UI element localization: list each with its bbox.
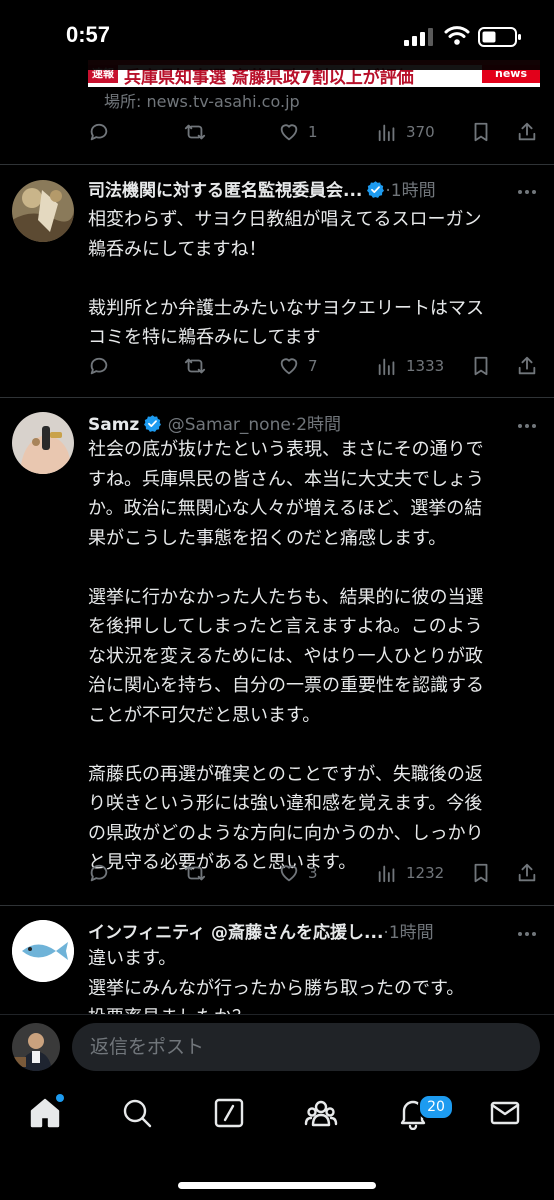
retweet-icon: [184, 865, 206, 881]
cellular-signal-icon: [404, 28, 433, 46]
heart-icon: [280, 358, 298, 375]
share-icon: [518, 863, 536, 882]
retweet-icon: [184, 358, 206, 374]
reply-icon: [90, 357, 108, 375]
bookmark-icon: [474, 122, 488, 142]
views-count: 1232: [406, 864, 445, 882]
reply-bar: [0, 1014, 554, 1079]
divider: [0, 905, 554, 906]
like-button[interactable]: 1: [278, 117, 318, 147]
like-count: 3: [308, 864, 318, 882]
tab-messages[interactable]: [488, 1096, 528, 1136]
views-button[interactable]: 1333: [376, 351, 444, 381]
tab-communities[interactable]: [304, 1096, 344, 1136]
mail-icon: [490, 1101, 520, 1125]
grok-icon: [214, 1098, 244, 1128]
bookmark-icon: [474, 356, 488, 376]
avatar[interactable]: [12, 180, 74, 242]
display-name[interactable]: Samz: [88, 415, 139, 435]
reply-icon: [90, 864, 108, 882]
retweet-button[interactable]: [184, 858, 206, 888]
reply-button[interactable]: [88, 351, 110, 381]
bookmark-button[interactable]: [470, 117, 492, 147]
share-icon: [518, 356, 536, 375]
like-count: 1: [308, 123, 318, 141]
avatar[interactable]: [12, 412, 74, 474]
fish-icon: [12, 920, 74, 982]
notification-badge: 20: [418, 1094, 454, 1120]
retweet-button[interactable]: [184, 351, 206, 381]
more-options-icon[interactable]: [516, 924, 538, 944]
status-bar: 0:57: [0, 0, 554, 70]
tweet-time: ·1時間: [383, 923, 434, 943]
views-button[interactable]: 1232: [376, 858, 444, 888]
tab-home[interactable]: [28, 1096, 68, 1136]
tweet-header: 司法機関に対する匿名監視委員会... ·1時間: [88, 176, 548, 204]
communities-icon: [304, 1100, 338, 1127]
share-button[interactable]: [516, 858, 538, 888]
divider: [0, 397, 554, 398]
reply-icon: [90, 123, 108, 141]
share-button[interactable]: [516, 351, 538, 381]
tweet-actions: 7 1333: [88, 351, 540, 381]
views-count: 1333: [406, 357, 445, 375]
home-notification-dot: [56, 1094, 64, 1102]
tweet-text: 相変わらず、サヨク日教組が唱えてるスローガン 鵜呑みにしてますね！ 裁判所とか弁…: [88, 209, 484, 348]
share-button[interactable]: [516, 117, 538, 147]
views-count: 370: [406, 123, 435, 141]
wifi-icon: [444, 26, 470, 45]
battery-icon: [478, 27, 521, 47]
like-button[interactable]: 7: [278, 351, 318, 381]
views-icon: [378, 358, 395, 376]
tab-grok[interactable]: [212, 1096, 252, 1136]
reply-input[interactable]: [72, 1023, 540, 1071]
views-button[interactable]: 370: [376, 117, 435, 147]
tab-search[interactable]: [120, 1096, 160, 1136]
tweet-header: インフィニティ @斎藤さんを応援し...·1時間: [88, 918, 548, 946]
bottom-tab-bar: 20: [0, 1080, 554, 1200]
current-user-avatar[interactable]: [12, 1023, 60, 1071]
tweet-time: ·2時間: [290, 415, 342, 435]
retweet-button[interactable]: [184, 117, 206, 147]
like-count: 7: [308, 357, 318, 375]
like-button[interactable]: 3: [278, 858, 318, 888]
avatar[interactable]: [12, 920, 74, 982]
status-time: 0:57: [66, 22, 111, 47]
bookmark-button[interactable]: [470, 858, 492, 888]
more-options-icon[interactable]: [516, 416, 538, 436]
heart-icon: [280, 124, 298, 141]
reply-button[interactable]: [88, 858, 110, 888]
heart-icon: [280, 865, 298, 882]
display-name[interactable]: 司法機関に対する匿名監視委員会...: [88, 181, 362, 201]
link-source[interactable]: 場所: news.tv-asahi.co.jp: [104, 88, 300, 112]
bookmark-icon: [474, 863, 488, 883]
search-icon: [123, 1099, 152, 1128]
views-icon: [378, 865, 395, 883]
divider: [0, 164, 554, 165]
avatar-image: [12, 412, 74, 474]
retweet-icon: [184, 124, 206, 140]
more-options-icon[interactable]: [516, 182, 538, 202]
tweet-time: ·1時間: [385, 181, 436, 201]
views-icon: [378, 124, 395, 142]
avatar-image: [12, 1023, 60, 1071]
verified-badge-icon: [367, 181, 385, 198]
bookmark-button[interactable]: [470, 351, 492, 381]
tweet-actions: 3 1232: [88, 858, 540, 888]
tweet-actions: 1 370: [88, 117, 540, 147]
verified-badge-icon: [144, 415, 162, 432]
tweet-header: Samz @Samar_none·2時間: [88, 410, 548, 438]
display-name[interactable]: インフィニティ @斎藤さんを応援し...: [88, 923, 383, 943]
user-handle[interactable]: @Samar_none: [168, 415, 291, 435]
home-indicator: [178, 1182, 376, 1189]
tweet-text: 社会の底が抜けたという表現、まさにその通りで すね。兵庫県民の皆さん、本当に大丈…: [88, 439, 484, 873]
share-icon: [518, 122, 536, 141]
avatar-image: [12, 180, 74, 242]
reply-button[interactable]: [88, 117, 110, 147]
